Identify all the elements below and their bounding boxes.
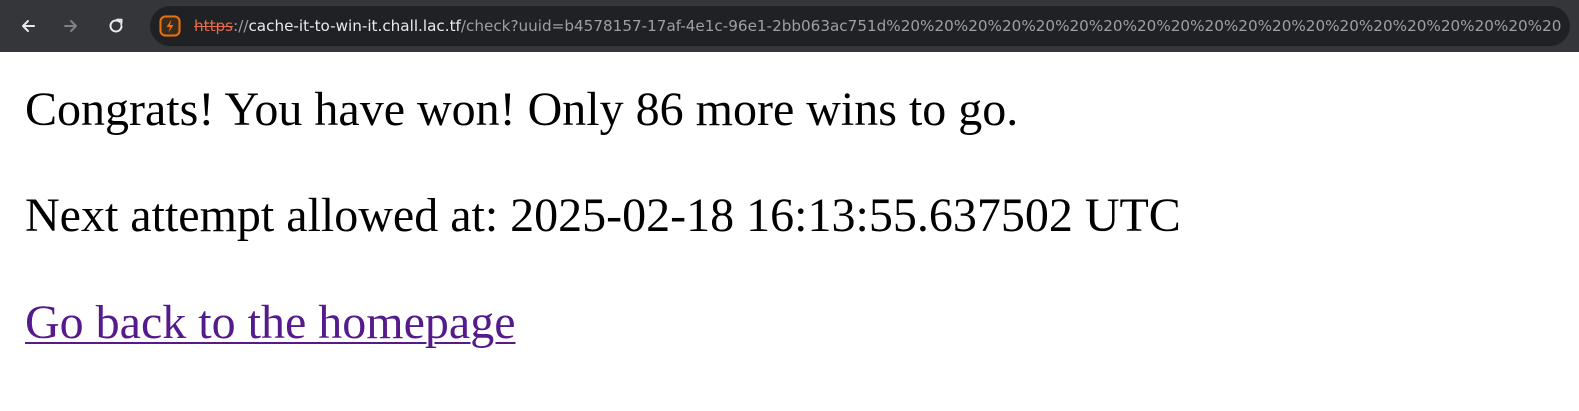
page-content: Congrats! You have won! Only 86 more win…: [0, 52, 1579, 411]
win-message: Congrats! You have won! Only 86 more win…: [25, 83, 1019, 136]
homepage-link[interactable]: Go back to the homepage: [25, 294, 516, 352]
back-button[interactable]: [12, 10, 44, 42]
not-secure-site-icon: [159, 15, 181, 37]
url-separator: ://: [233, 17, 249, 35]
site-info-button[interactable]: [159, 15, 181, 37]
url-scheme: https: [194, 17, 234, 35]
reload-button[interactable]: [100, 10, 132, 42]
forward-button[interactable]: [55, 10, 87, 42]
url-host: cache-it-to-win-it.chall.lac.tf: [248, 17, 461, 35]
arrow-right-icon: [64, 20, 77, 32]
url-path: /check?uuid=b4578157-17af-4e1c-96e1-2bb0…: [460, 17, 1562, 35]
address-bar[interactable]: https://cache-it-to-win-it.chall.lac.tf/…: [150, 6, 1570, 46]
reload-icon: [109, 18, 123, 33]
next-attempt-text: Next attempt allowed at: 2025-02-18 16:1…: [25, 189, 1181, 242]
url-text[interactable]: https://cache-it-to-win-it.chall.lac.tf/…: [194, 6, 1561, 46]
browser-toolbar: https://cache-it-to-win-it.chall.lac.tf/…: [0, 0, 1579, 52]
arrow-left-icon: [22, 20, 35, 32]
